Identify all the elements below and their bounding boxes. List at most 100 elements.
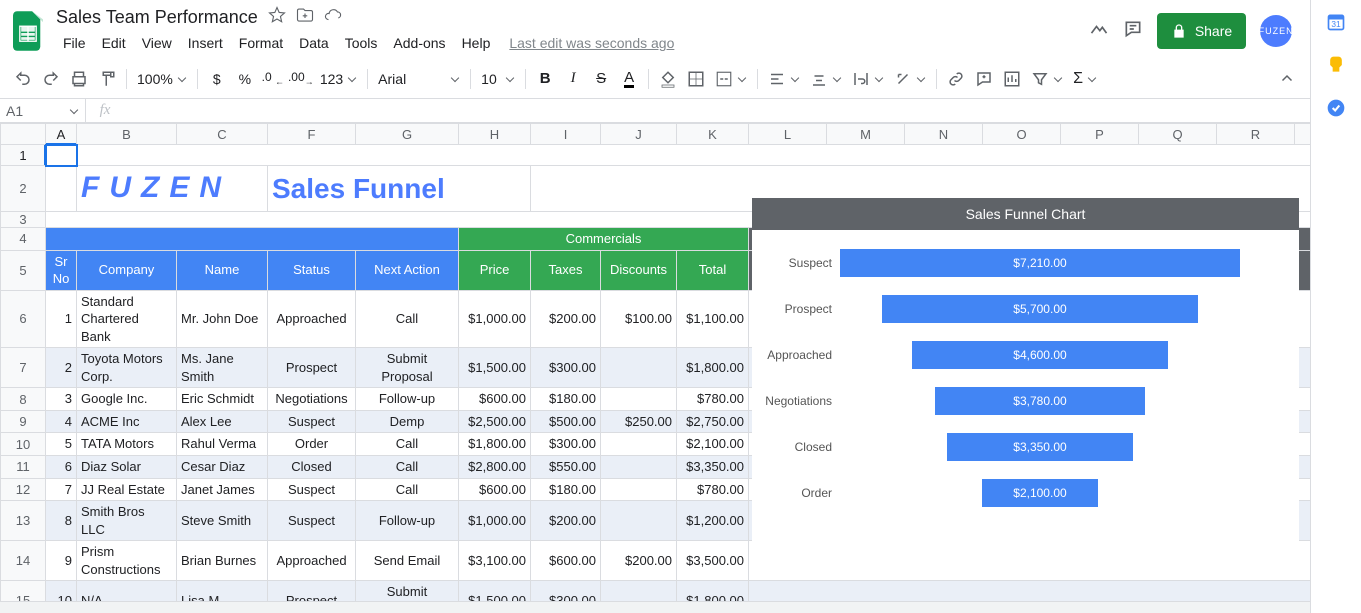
table-cell[interactable]: 5 [46, 433, 77, 456]
hdr-blank[interactable] [46, 228, 459, 251]
col-header-B[interactable]: B [77, 124, 177, 145]
col-header-O[interactable]: O [983, 124, 1061, 145]
table-cell[interactable]: Ms. Jane Smith [177, 348, 268, 388]
table-cell[interactable]: $180.00 [531, 388, 601, 411]
hdr-name[interactable]: Name [177, 250, 268, 290]
activity-icon[interactable] [1089, 19, 1109, 42]
table-cell[interactable]: Prospect [268, 348, 356, 388]
table-cell[interactable]: Brian Burnes [177, 541, 268, 581]
table-cell[interactable]: $780.00 [677, 478, 749, 501]
table-cell[interactable]: 8 [46, 501, 77, 541]
chart-button[interactable] [999, 66, 1025, 92]
table-cell[interactable] [601, 388, 677, 411]
row-header-2[interactable]: 2 [1, 166, 46, 212]
italic-button[interactable]: I [560, 66, 586, 92]
horizontal-scrollbar[interactable] [0, 601, 1310, 613]
cell-A1[interactable] [46, 145, 77, 166]
strike-button[interactable]: S [588, 66, 614, 92]
table-cell[interactable]: Approached [268, 541, 356, 581]
table-cell[interactable]: Submit Proposal [356, 581, 459, 601]
menu-file[interactable]: File [56, 31, 93, 55]
borders-button[interactable] [683, 66, 709, 92]
col-header-A[interactable]: A [46, 124, 77, 145]
logo-cell[interactable]: FUZEN [77, 166, 268, 212]
number-format-dropdown[interactable]: 123 [316, 66, 361, 92]
col-header-J[interactable]: J [601, 124, 677, 145]
hdr-status[interactable]: Status [268, 250, 356, 290]
wrap-dropdown[interactable] [848, 66, 888, 92]
keep-addon-icon[interactable] [1326, 55, 1346, 78]
font-dropdown[interactable]: Arial [374, 66, 464, 92]
table-cell[interactable]: Janet James [177, 478, 268, 501]
table-cell[interactable]: $600.00 [459, 478, 531, 501]
decrease-decimal-button[interactable]: .0 ← [260, 66, 286, 92]
table-cell[interactable]: $2,500.00 [459, 410, 531, 433]
table-cell[interactable]: Rahul Verma [177, 433, 268, 456]
hdr-taxes[interactable]: Taxes [531, 250, 601, 290]
comments-icon[interactable] [1123, 19, 1143, 42]
print-button[interactable] [66, 66, 92, 92]
col-header-M[interactable]: M [827, 124, 905, 145]
fill-color-button[interactable] [655, 66, 681, 92]
table-cell[interactable]: Follow-up [356, 501, 459, 541]
table-cell[interactable]: Cesar Diaz [177, 456, 268, 479]
undo-button[interactable] [10, 66, 36, 92]
table-cell[interactable] [601, 581, 677, 601]
table-cell[interactable]: $100.00 [601, 290, 677, 348]
last-edit-link[interactable]: Last edit was seconds ago [509, 35, 674, 51]
table-cell[interactable]: $500.00 [531, 410, 601, 433]
table-cell[interactable]: $200.00 [531, 501, 601, 541]
row-header-8[interactable]: 8 [1, 388, 46, 411]
table-cell[interactable]: Alex Lee [177, 410, 268, 433]
title-cell[interactable]: Sales Funnel [268, 166, 531, 212]
star-icon[interactable] [268, 6, 286, 29]
table-cell[interactable]: Closed [268, 456, 356, 479]
paint-format-button[interactable] [94, 66, 120, 92]
col-header-G[interactable]: G [356, 124, 459, 145]
table-cell[interactable] [601, 348, 677, 388]
table-cell[interactable]: $1,800.00 [459, 433, 531, 456]
col-header-I[interactable]: I [531, 124, 601, 145]
doc-title[interactable]: Sales Team Performance [56, 7, 258, 28]
table-cell[interactable]: $1,000.00 [459, 290, 531, 348]
table-cell[interactable]: $1,000.00 [459, 501, 531, 541]
table-cell[interactable]: 10 [46, 581, 77, 601]
table-cell[interactable]: Follow-up [356, 388, 459, 411]
table-cell[interactable]: JJ Real Estate [77, 478, 177, 501]
table-cell[interactable]: Suspect [268, 410, 356, 433]
col-header-C[interactable]: C [177, 124, 268, 145]
account-avatar[interactable]: FUZEN [1260, 15, 1292, 47]
row-header-3[interactable]: 3 [1, 212, 46, 228]
hdr-total[interactable]: Total [677, 250, 749, 290]
table-cell[interactable]: Mr. John Doe [177, 290, 268, 348]
table-cell[interactable]: $2,800.00 [459, 456, 531, 479]
collapse-toolbar-button[interactable] [1274, 66, 1300, 92]
text-color-button[interactable]: A [616, 66, 642, 92]
table-cell[interactable]: $3,350.00 [677, 456, 749, 479]
table-cell[interactable]: Call [356, 478, 459, 501]
row-header-14[interactable]: 14 [1, 541, 46, 581]
table-cell[interactable]: 4 [46, 410, 77, 433]
hdr-disc[interactable]: Discounts [601, 250, 677, 290]
row-header-7[interactable]: 7 [1, 348, 46, 388]
table-cell[interactable]: ACME Inc [77, 410, 177, 433]
table-cell[interactable]: $1,500.00 [459, 348, 531, 388]
share-button[interactable]: Share [1157, 13, 1246, 49]
select-all-corner[interactable] [1, 124, 46, 145]
table-cell[interactable]: Prospect [268, 581, 356, 601]
table-cell[interactable]: $1,800.00 [677, 581, 749, 601]
menu-insert[interactable]: Insert [181, 31, 230, 55]
table-cell[interactable] [601, 433, 677, 456]
row-header-5[interactable]: 5 [1, 250, 46, 290]
menu-tools[interactable]: Tools [338, 31, 385, 55]
table-cell[interactable]: $2,100.00 [677, 433, 749, 456]
menu-view[interactable]: View [135, 31, 179, 55]
merge-dropdown[interactable] [711, 66, 751, 92]
menu-data[interactable]: Data [292, 31, 336, 55]
table-cell[interactable]: 1 [46, 290, 77, 348]
table-cell[interactable] [601, 501, 677, 541]
menu-addons[interactable]: Add-ons [386, 31, 452, 55]
cloud-icon[interactable] [324, 6, 342, 29]
hdr-commercials[interactable]: Commercials [459, 228, 749, 251]
v-align-dropdown[interactable] [806, 66, 846, 92]
